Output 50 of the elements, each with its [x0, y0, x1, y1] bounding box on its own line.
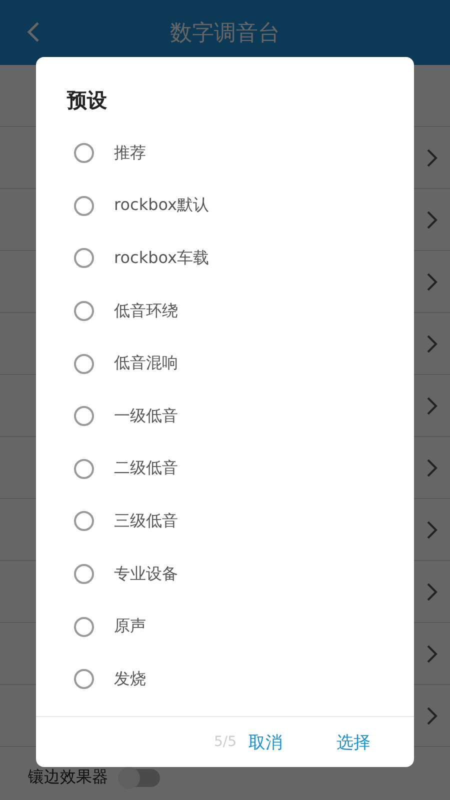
- option-label: rockbox默认: [114, 195, 209, 216]
- dialog-title: 预设: [66, 87, 108, 113]
- option-label: 二级低音: [114, 458, 178, 480]
- back-icon[interactable]: [26, 21, 40, 43]
- option-label: 低音环绕: [114, 300, 178, 322]
- chevron-icon[interactable]: [426, 582, 438, 602]
- option-label: rockbox车载: [114, 248, 209, 269]
- setting-label: 镶边效果器: [28, 767, 108, 788]
- radio-button[interactable]: [74, 143, 94, 164]
- radio-button[interactable]: [74, 564, 94, 584]
- preset-option[interactable]: 推荐: [36, 127, 414, 180]
- option-label: 一级低音: [114, 406, 178, 427]
- option-label: 低音混响: [114, 353, 178, 374]
- preset-option[interactable]: 低音混响: [36, 337, 414, 390]
- radio-button[interactable]: [74, 616, 94, 637]
- preset-option[interactable]: 三级低音: [36, 495, 414, 548]
- option-label: 三级低音: [114, 510, 178, 532]
- dialog-button[interactable]: 取消: [244, 730, 287, 754]
- chevron-icon[interactable]: [426, 396, 438, 416]
- screen-title: 数字调音台: [170, 20, 280, 48]
- radio-button[interactable]: [74, 669, 94, 690]
- chevron-icon[interactable]: [426, 520, 438, 540]
- preset-option[interactable]: 一级低音: [36, 390, 414, 443]
- chevron-icon[interactable]: [426, 644, 438, 664]
- radio-button[interactable]: [74, 511, 94, 532]
- toggle-switch[interactable]: [120, 768, 160, 786]
- preset-option[interactable]: rockbox车载: [36, 232, 414, 285]
- radio-button[interactable]: [74, 301, 94, 322]
- radio-button[interactable]: [74, 196, 94, 216]
- chevron-icon[interactable]: [426, 148, 438, 168]
- preset-option[interactable]: 专业设备: [36, 548, 414, 600]
- preset-option[interactable]: 二级低音: [36, 442, 414, 496]
- chevron-icon[interactable]: [426, 210, 438, 230]
- radio-button[interactable]: [74, 248, 94, 268]
- dialog-button[interactable]: 选择: [332, 730, 375, 754]
- preset-option[interactable]: rockbox默认: [36, 180, 414, 232]
- preset-option[interactable]: 原声: [36, 600, 414, 653]
- radio-button[interactable]: [74, 354, 94, 374]
- option-label: 专业设备: [114, 564, 178, 585]
- option-label: 推荐: [114, 142, 146, 164]
- chevron-icon[interactable]: [426, 458, 438, 478]
- option-label: 发烧: [114, 668, 146, 690]
- preset-option[interactable]: 发烧: [36, 652, 414, 706]
- radio-button[interactable]: [74, 458, 94, 479]
- option-label: 原声: [114, 616, 146, 638]
- radio-button[interactable]: [74, 406, 94, 426]
- chevron-icon[interactable]: [426, 706, 438, 726]
- preset-option[interactable]: 低音环绕: [36, 284, 414, 338]
- chevron-icon[interactable]: [426, 334, 438, 354]
- chevron-icon[interactable]: [426, 272, 438, 292]
